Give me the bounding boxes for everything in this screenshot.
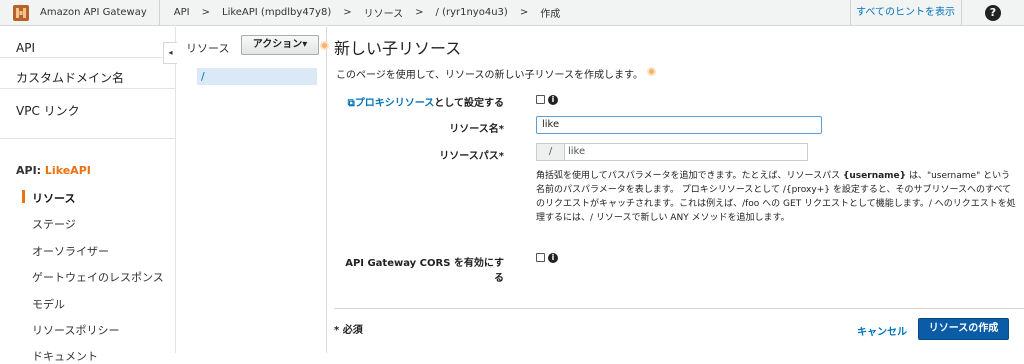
page-title: 新しい子リソース [334, 39, 462, 58]
sidebar-item-stages[interactable]: ステージ [32, 216, 76, 232]
api-gateway-logo-icon[interactable] [8, 0, 34, 26]
sidebar-item-vpc-link[interactable]: VPC リンク [16, 102, 80, 119]
active-indicator [22, 190, 25, 203]
breadcrumb-separator: > [415, 7, 424, 18]
resource-name-label: リソース名* [449, 124, 504, 135]
top-bar: Amazon API Gateway API > LikeAPI (mpdlby… [0, 0, 1024, 26]
breadcrumb-separator: > [201, 7, 210, 18]
help-button[interactable]: ? [961, 0, 1024, 26]
breadcrumb-resources[interactable]: リソース [364, 5, 404, 20]
breadcrumb-create: 作成 [540, 9, 561, 20]
breadcrumb-separator: > [519, 7, 529, 18]
sidebar-item-custom-domain[interactable]: カスタムドメイン名 [16, 69, 124, 86]
breadcrumb-api[interactable]: API [174, 7, 190, 18]
divider [0, 57, 176, 58]
sidebar-item-authorizers[interactable]: オーソライザー [32, 243, 109, 259]
divider [334, 308, 1024, 309]
help-icon: ? [985, 5, 1001, 21]
api-name[interactable]: LikeAPI [45, 164, 91, 177]
sidebar-item-resources[interactable]: リソース [32, 190, 75, 206]
resource-name-input[interactable]: like [536, 116, 822, 134]
resource-path-help-text: 角括弧を使用してパスパラメータを追加できます。たとえば、リソースパス {user… [536, 169, 1016, 225]
cors-label: API Gateway CORS を有効にする [345, 258, 504, 284]
resource-path-input[interactable]: like [564, 143, 808, 161]
cancel-button[interactable]: キャンセル [857, 323, 907, 338]
required-note: * 必須 [334, 325, 363, 336]
show-all-hints-link[interactable]: すべてのヒントを表示 [850, 0, 960, 26]
resource-path-prefix: / [536, 143, 564, 161]
proxy-resource-suffix: として設定する [434, 98, 504, 109]
sidebar-item-resource-policy[interactable]: リソースポリシー [32, 322, 119, 338]
proxy-resource-checkbox[interactable] [536, 95, 545, 104]
sidebar: API カスタムドメイン名 VPC リンク API: LikeAPI リソース … [0, 27, 176, 363]
hint-dot-icon[interactable] [647, 67, 656, 76]
api-prefix: API: [16, 164, 42, 177]
sidebar-item-gateway-responses[interactable]: ゲートウェイのレスポンス [32, 269, 164, 285]
sidebar-item-models[interactable]: モデル [32, 296, 65, 312]
proxy-resource-label: ⧉プロキシリソースとして設定する [342, 94, 504, 109]
divider [0, 138, 176, 139]
actions-dropdown-button[interactable]: アクション▾ [241, 35, 319, 55]
api-section-title: API: LikeAPI [16, 164, 91, 177]
resource-path-label: リソースパス* [439, 151, 504, 162]
help-text-part: 角括弧を使用してパスパラメータを追加できます。たとえば、リソースパス [536, 171, 843, 181]
brand-name[interactable]: Amazon API Gateway [40, 0, 160, 26]
breadcrumb-api-name[interactable]: LikeAPI (mpdlby47y8) [222, 7, 331, 18]
divider [0, 88, 176, 89]
external-link-icon: ⧉ [347, 98, 355, 109]
proxy-resource-link[interactable]: プロキシリソース [355, 98, 435, 109]
breadcrumb-root-resource[interactable]: / (ryr1nyo4u3) [436, 7, 508, 18]
page-description: このページを使用して、リソースの新しい子リソースを作成します。 [336, 70, 643, 81]
create-resource-button[interactable]: リソースの作成 [918, 318, 1009, 340]
breadcrumb-separator: > [343, 7, 352, 18]
new-child-resource-form: 新しい子リソース このページを使用して、リソースの新しい子リソースを作成します。… [328, 27, 1024, 353]
info-icon[interactable]: i [548, 253, 558, 263]
cors-checkbox[interactable] [536, 253, 545, 262]
help-text-username: {username} [842, 171, 907, 181]
collapse-chevron-icon[interactable]: ◂ [163, 42, 177, 64]
resource-tree-title: リソース [186, 42, 230, 55]
sidebar-item-api[interactable]: API [16, 41, 35, 55]
sidebar-item-documentation[interactable]: ドキュメント [32, 348, 98, 364]
info-icon[interactable]: i [548, 95, 558, 105]
tree-item-root[interactable]: / [197, 68, 317, 85]
breadcrumb: API > LikeAPI (mpdlby47y8) > リソース > / (r… [174, 5, 572, 20]
resource-tree-panel: リソース アクション▾ / [177, 27, 329, 353]
